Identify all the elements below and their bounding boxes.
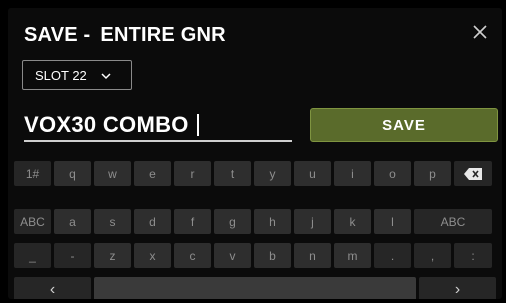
dialog-header: SAVE - ENTIRE GNR	[24, 20, 226, 50]
preset-name-value: VOX30 COMBO	[24, 112, 189, 137]
key-n[interactable]: n	[294, 243, 331, 268]
key-underscore[interactable]: _	[14, 243, 51, 268]
key-z[interactable]: z	[94, 243, 131, 268]
save-button[interactable]: SAVE	[310, 108, 498, 142]
space-bar[interactable]	[94, 277, 416, 299]
key-m[interactable]: m	[334, 243, 371, 268]
key-u[interactable]: u	[294, 161, 331, 186]
key-f[interactable]: f	[174, 209, 211, 234]
key-hyphen[interactable]: -	[54, 243, 91, 268]
key-t[interactable]: t	[214, 161, 251, 186]
key-c[interactable]: c	[174, 243, 211, 268]
save-dialog: SAVE - ENTIRE GNR SLOT 22 VOX30 COMBO SA…	[8, 8, 502, 299]
right-arrow-key[interactable]: ›	[419, 277, 496, 299]
dialog-title-name: ENTIRE GNR	[100, 23, 226, 46]
key-y[interactable]: y	[254, 161, 291, 186]
key-o[interactable]: o	[374, 161, 411, 186]
key-b[interactable]: b	[254, 243, 291, 268]
key-r[interactable]: r	[174, 161, 211, 186]
close-icon[interactable]	[470, 22, 490, 42]
backspace-key[interactable]	[454, 161, 492, 186]
key-a[interactable]: a	[54, 209, 91, 234]
key-symbols[interactable]: 1#	[14, 161, 51, 186]
key-colon[interactable]: :	[454, 243, 492, 268]
dialog-title-prefix: SAVE -	[24, 23, 91, 46]
key-s[interactable]: s	[94, 209, 131, 234]
key-comma[interactable]: ,	[414, 243, 451, 268]
key-x[interactable]: x	[134, 243, 171, 268]
key-h[interactable]: h	[254, 209, 291, 234]
save-button-label: SAVE	[382, 116, 426, 134]
slot-dropdown-value: SLOT 22	[35, 67, 87, 83]
key-abc-right[interactable]: ABC	[414, 209, 492, 234]
key-g[interactable]: g	[214, 209, 251, 234]
key-period[interactable]: .	[374, 243, 411, 268]
key-i[interactable]: i	[334, 161, 371, 186]
key-w[interactable]: w	[94, 161, 131, 186]
key-d[interactable]: d	[134, 209, 171, 234]
text-cursor	[196, 114, 199, 136]
chevron-down-icon	[100, 69, 112, 81]
key-q[interactable]: q	[54, 161, 91, 186]
key-k[interactable]: k	[334, 209, 371, 234]
key-l[interactable]: l	[374, 209, 411, 234]
backspace-icon	[464, 167, 482, 180]
key-e[interactable]: e	[134, 161, 171, 186]
left-arrow-key[interactable]: ‹	[14, 277, 91, 299]
key-v[interactable]: v	[214, 243, 251, 268]
key-abc-left[interactable]: ABC	[14, 209, 51, 234]
key-j[interactable]: j	[294, 209, 331, 234]
preset-name-input[interactable]: VOX30 COMBO	[24, 110, 292, 142]
key-p[interactable]: p	[414, 161, 451, 186]
slot-dropdown[interactable]: SLOT 22	[22, 60, 132, 90]
